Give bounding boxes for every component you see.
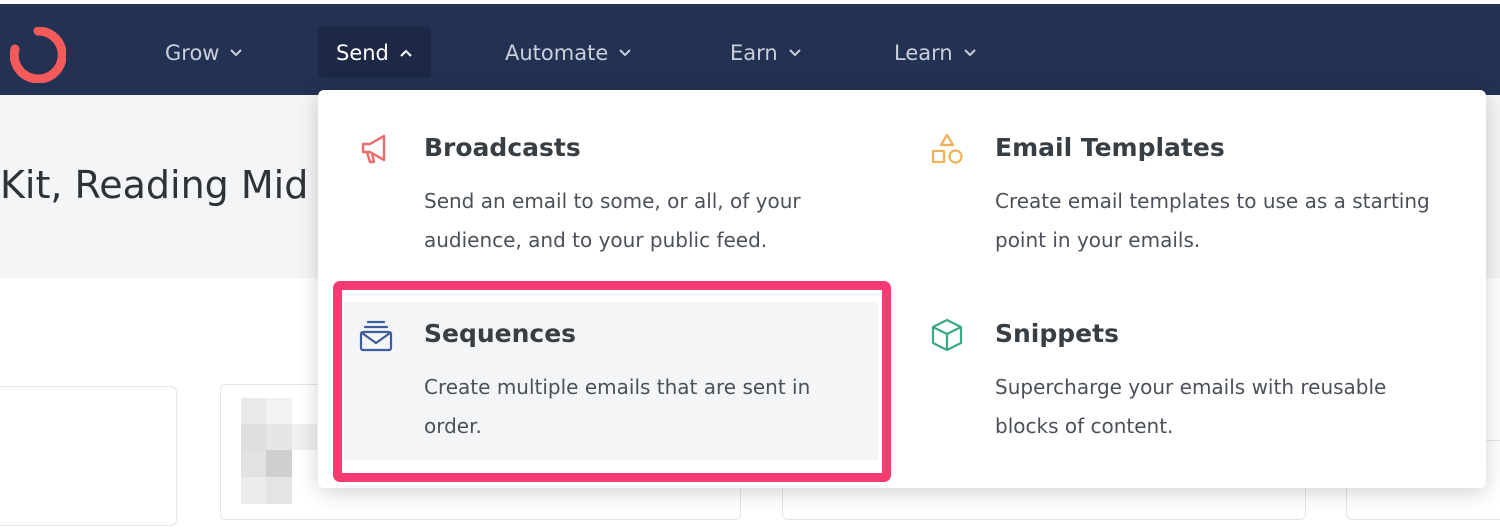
top-nav-bar: Grow Send Automate Earn Learn [0, 4, 1500, 95]
page-title: Kit, Reading Mid [0, 163, 309, 207]
content-card [0, 386, 177, 526]
nav-learn-label: Learn [894, 40, 953, 65]
menu-item-title: Email Templates [995, 133, 1225, 162]
nav-automate-label: Automate [505, 40, 609, 65]
nav-automate[interactable]: Automate [505, 27, 632, 78]
menu-item-title: Snippets [995, 319, 1119, 348]
nav-learn[interactable]: Learn [894, 27, 977, 78]
shapes-icon [931, 133, 963, 164]
menu-item-description: Send an email to some, or all, of your a… [424, 189, 801, 252]
chevron-down-icon [619, 48, 631, 56]
chevron-up-icon [400, 49, 412, 57]
nav-grow[interactable]: Grow [165, 27, 243, 78]
cube-icon [931, 318, 963, 352]
nav-send[interactable]: Send [318, 27, 431, 78]
chevron-down-icon [789, 48, 801, 56]
menu-item-description: Supercharge your emails with reusable bl… [995, 375, 1387, 438]
nav-earn[interactable]: Earn [730, 27, 802, 78]
nav-send-label: Send [336, 40, 389, 65]
menu-item-description: Create email templates to use as a start… [995, 189, 1430, 252]
nav-earn-label: Earn [730, 40, 778, 65]
megaphone-icon [361, 134, 386, 164]
blurred-avatar [241, 398, 317, 504]
menu-item-title: Broadcasts [424, 133, 581, 162]
chevron-down-icon [230, 48, 243, 56]
chevron-down-icon [963, 48, 976, 56]
sequences-highlight-box [333, 281, 891, 482]
logo-icon[interactable] [10, 27, 66, 83]
nav-grow-label: Grow [165, 40, 220, 65]
